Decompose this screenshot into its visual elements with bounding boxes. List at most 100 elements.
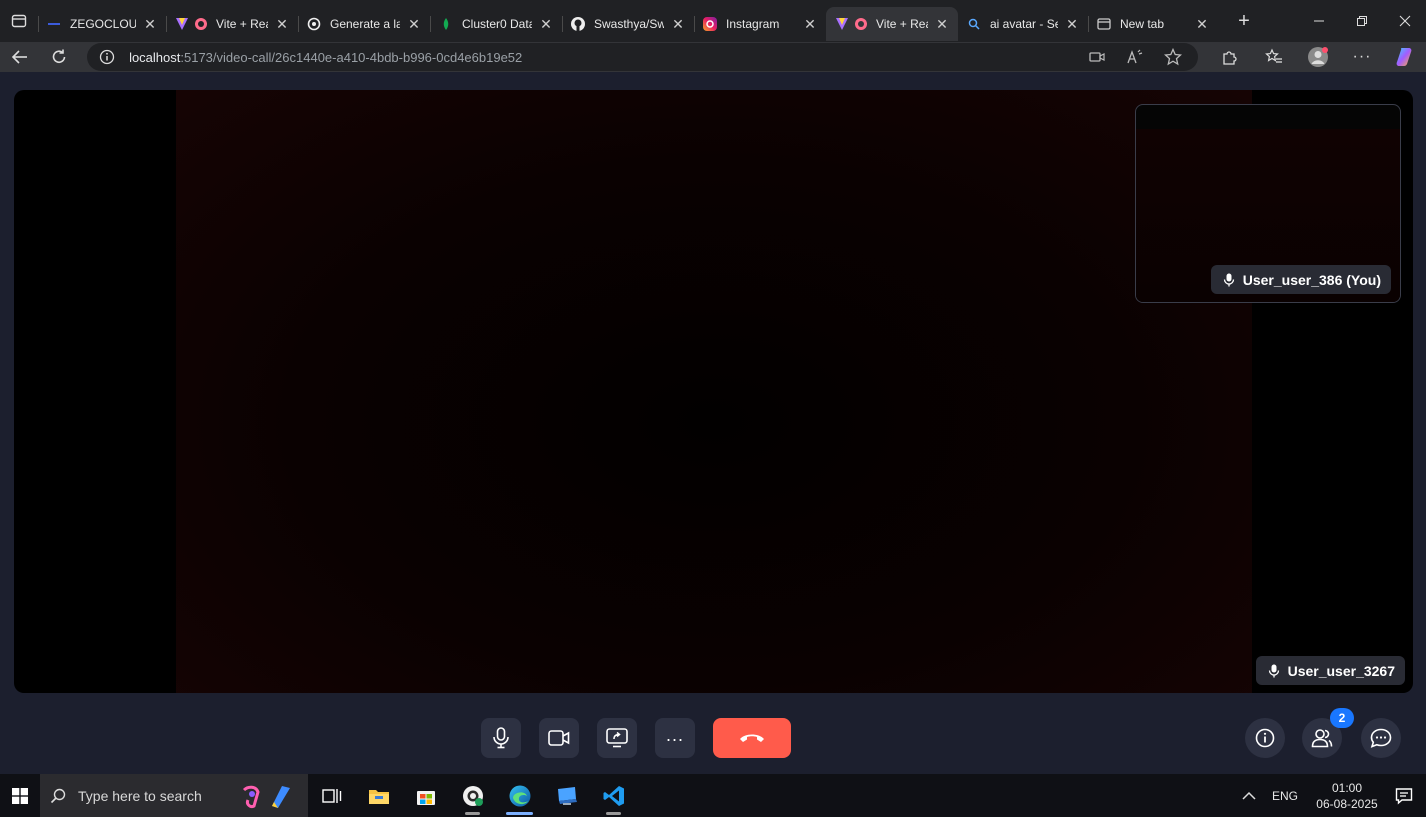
browser-tab[interactable]: ZEGOCLOUD C ✕ <box>38 7 166 41</box>
video-call-page: User_user_3267 User_user_386 (You) ... 2 <box>0 72 1426 774</box>
tab-title: Vite + Rea <box>876 17 928 31</box>
more-horizontal-icon: ... <box>665 725 684 745</box>
browser-tab[interactable]: Cluster0 Data | ✕ <box>430 7 562 41</box>
close-icon[interactable]: ✕ <box>538 16 554 32</box>
close-icon[interactable]: ✕ <box>802 16 818 32</box>
back-button[interactable] <box>0 42 40 72</box>
vite-icon <box>174 16 208 32</box>
instagram-icon <box>702 16 718 32</box>
tab-title: Vite + Rea <box>216 17 268 31</box>
task-view-button[interactable] <box>308 774 355 817</box>
copilot-button[interactable] <box>1386 42 1426 72</box>
microphone-icon <box>493 727 509 749</box>
site-info-icon[interactable] <box>97 49 117 65</box>
participants-button[interactable]: 2 <box>1302 708 1354 758</box>
url-host: localhost <box>129 49 181 65</box>
more-options-button[interactable]: ... <box>655 718 695 758</box>
search-placeholder: Type here to search <box>78 787 202 804</box>
minimize-icon <box>1313 20 1324 22</box>
app-globe-icon <box>462 785 483 806</box>
leave-call-button[interactable] <box>713 718 791 758</box>
browser-tab[interactable]: Vite + Rea ✕ <box>166 7 298 41</box>
close-icon[interactable]: ✕ <box>142 16 158 32</box>
settings-more-button[interactable]: ··· <box>1342 42 1382 72</box>
file-explorer-button[interactable] <box>355 774 402 817</box>
plus-icon: + <box>1238 9 1250 32</box>
favorites-button[interactable] <box>1254 42 1294 72</box>
close-icon[interactable]: ✕ <box>934 16 950 32</box>
tab-title: Generate a lan <box>330 17 400 31</box>
self-video[interactable]: User_user_386 (You) <box>1135 104 1401 303</box>
participants-count-badge: 2 <box>1330 708 1354 728</box>
windows-taskbar: Type here to search ENG 01:00 06-08-2025 <box>0 774 1426 817</box>
new-tab-button[interactable]: + <box>1228 5 1260 37</box>
tab-actions-icon <box>11 14 27 28</box>
remote-desktop-button[interactable] <box>543 774 590 817</box>
hang-up-phone-icon <box>740 734 764 742</box>
screen-share-icon <box>606 728 628 748</box>
more-horizontal-icon: ··· <box>1352 48 1372 65</box>
browser-tab[interactable]: New tab ✕ <box>1088 7 1218 41</box>
extensions-button[interactable] <box>1210 42 1250 72</box>
taskbar-search-box[interactable]: Type here to search <box>40 774 308 817</box>
refresh-icon <box>53 49 66 63</box>
tab-title: Swasthya/Swas <box>594 17 664 31</box>
url-path: :5173/video-call/26c1440e-a410-4bdb-b996… <box>180 49 523 65</box>
restore-button[interactable] <box>1340 0 1383 42</box>
close-icon[interactable]: ✕ <box>274 16 290 32</box>
show-hidden-icons-button[interactable] <box>1236 791 1262 801</box>
toggle-microphone-button[interactable] <box>481 718 521 758</box>
remote-participant-tag: User_user_3267 <box>1255 656 1405 685</box>
self-participant-name: User_user_386 (You) <box>1242 271 1381 288</box>
start-button[interactable] <box>0 774 40 817</box>
tab-title: Instagram <box>726 17 780 31</box>
camera-in-use-icon[interactable] <box>1088 48 1106 66</box>
browser-tab[interactable]: Swasthya/Swas ✕ <box>562 7 694 41</box>
tab-actions-button[interactable] <box>0 0 38 42</box>
url-text[interactable]: localhost:5173/video-call/26c1440e-a410-… <box>129 50 1088 65</box>
tab-title: New tab <box>1120 17 1165 31</box>
close-icon[interactable]: ✕ <box>670 16 686 32</box>
chat-bubble-icon <box>1370 728 1392 748</box>
chrome-app-button[interactable] <box>449 774 496 817</box>
read-aloud-icon[interactable] <box>1126 48 1144 66</box>
browser-tab[interactable]: Generate a lan ✕ <box>298 7 430 41</box>
notifications-button[interactable] <box>1382 787 1426 805</box>
zegocloud-icon <box>46 16 62 32</box>
room-info-button[interactable] <box>1245 718 1285 758</box>
microsoft-store-button[interactable] <box>402 774 449 817</box>
refresh-button[interactable] <box>40 42 80 72</box>
chat-button[interactable] <box>1361 718 1401 758</box>
task-view-icon <box>321 788 341 803</box>
microphone-icon <box>1223 273 1235 287</box>
search-highlight-icon <box>242 785 290 808</box>
profile-button[interactable] <box>1298 42 1338 72</box>
tab-title: Cluster0 Data | <box>462 17 532 31</box>
input-language[interactable]: ENG <box>1272 789 1298 803</box>
vscode-button[interactable] <box>590 774 637 817</box>
tab-title: ZEGOCLOUD C <box>70 17 136 31</box>
avatar <box>1308 47 1329 67</box>
toggle-camera-button[interactable] <box>539 718 579 758</box>
mongodb-leaf-icon <box>438 16 454 32</box>
tab-title: ai avatar - Sear <box>990 17 1058 31</box>
restore-icon <box>1356 16 1367 26</box>
favorite-star-icon[interactable] <box>1164 48 1183 66</box>
browser-tab[interactable]: ai avatar - Sear ✕ <box>958 7 1088 41</box>
close-icon[interactable]: ✕ <box>1194 16 1210 32</box>
participants-icon <box>1311 729 1333 748</box>
share-screen-button[interactable] <box>597 718 637 758</box>
minimize-button[interactable] <box>1297 0 1340 42</box>
close-icon[interactable]: ✕ <box>1064 16 1080 32</box>
taskbar-clock[interactable]: 01:00 06-08-2025 <box>1312 780 1382 812</box>
back-arrow-icon <box>11 50 27 64</box>
address-bar[interactable]: localhost:5173/video-call/26c1440e-a410-… <box>87 43 1199 71</box>
browser-tab-active[interactable]: Vite + Rea ✕ <box>826 7 958 41</box>
store-icon <box>416 790 435 805</box>
edge-browser-button[interactable] <box>496 774 543 817</box>
browser-toolbar: localhost:5173/video-call/26c1440e-a410-… <box>0 42 1426 72</box>
browser-tab[interactable]: Instagram ✕ <box>694 7 826 41</box>
close-window-button[interactable] <box>1383 0 1426 42</box>
chevron-up-icon <box>1242 791 1256 800</box>
close-icon[interactable]: ✕ <box>406 16 422 32</box>
